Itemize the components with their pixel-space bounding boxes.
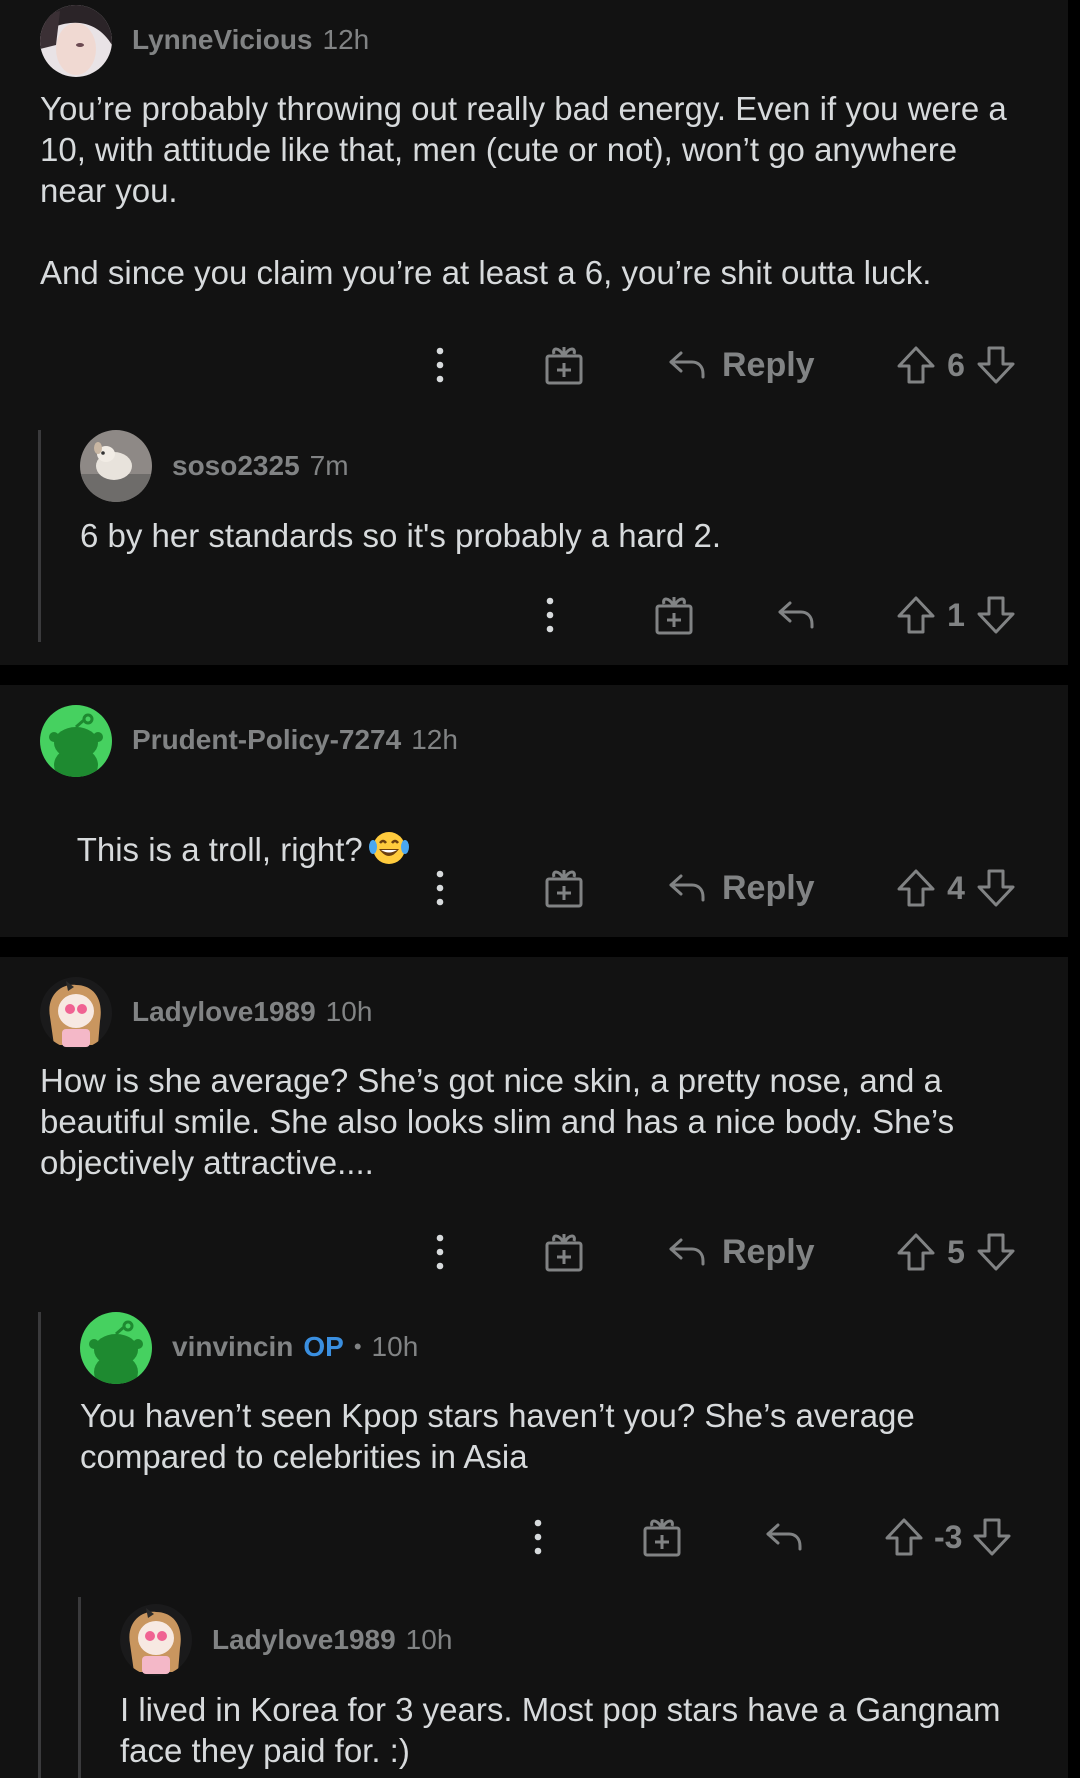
upvote-arrow-icon xyxy=(897,1233,935,1271)
meta-separator: • xyxy=(353,1334,362,1359)
upvote-arrow-icon xyxy=(897,869,935,907)
username[interactable]: Ladylove1989 xyxy=(132,996,316,1028)
award-gift-icon[interactable] xyxy=(542,340,586,390)
comment-separator xyxy=(0,665,1068,685)
reply-button[interactable]: Reply xyxy=(668,340,815,390)
thread-line[interactable] xyxy=(78,1597,81,1778)
timestamp: 10h xyxy=(371,1331,419,1362)
comment-text: This is a troll, right? xyxy=(76,831,363,868)
comment-thread-3: Ladylove1989 10h How is she average? She… xyxy=(0,957,1068,1778)
comment-meta: vinvincin OP • 10h xyxy=(172,1327,418,1367)
upvote-arrow-icon xyxy=(885,1518,923,1556)
avatar[interactable] xyxy=(40,5,112,77)
avatar[interactable] xyxy=(40,705,112,777)
thread-line[interactable] xyxy=(38,1312,41,1778)
comment-meta: Prudent-Policy-7274 12h xyxy=(132,720,458,760)
username[interactable]: LynneVicious xyxy=(132,24,313,56)
downvote-arrow-icon xyxy=(977,346,1015,384)
vote-control: 6 xyxy=(896,340,1016,390)
reply-label: Reply xyxy=(722,345,815,384)
comment-meta: soso2325 7m xyxy=(172,446,349,486)
award-gift-icon[interactable] xyxy=(640,1512,684,1562)
timestamp: 12h xyxy=(322,24,370,55)
vote-control: 1 xyxy=(896,590,1016,640)
upvote-arrow-icon xyxy=(897,596,935,634)
avatar[interactable] xyxy=(40,977,112,1049)
username[interactable]: vinvincin xyxy=(172,1331,293,1363)
comment-body: You haven’t seen Kpop stars haven’t you?… xyxy=(80,1397,924,1475)
comment-body: This is a troll, right? xyxy=(40,788,1030,917)
upvote-arrow-icon xyxy=(897,346,935,384)
vote-score: 1 xyxy=(947,596,965,633)
comment-body: 6 by her standards so it's probably a ha… xyxy=(80,517,722,554)
downvote-arrow-icon xyxy=(973,1518,1011,1556)
comment-meta: Ladylove1989 10h xyxy=(132,992,372,1032)
reply-arrow-icon[interactable] xyxy=(774,590,818,640)
award-gift-icon[interactable] xyxy=(652,590,696,640)
op-badge: OP xyxy=(303,1331,344,1362)
vote-score: 6 xyxy=(947,346,965,383)
reply-button[interactable]: Reply xyxy=(668,1227,815,1277)
award-gift-icon[interactable] xyxy=(542,863,586,913)
username[interactable]: Ladylove1989 xyxy=(212,1624,396,1656)
avatar[interactable] xyxy=(120,1604,192,1676)
avatar[interactable] xyxy=(80,1312,152,1384)
reply-arrow-icon[interactable] xyxy=(762,1512,806,1562)
reply-arrow-icon xyxy=(669,874,705,902)
comment-body: How is she average? She’s got nice skin,… xyxy=(40,1062,964,1181)
reply-label: Reply xyxy=(722,868,815,907)
downvote-arrow-icon xyxy=(977,596,1015,634)
downvote-arrow-icon xyxy=(977,869,1015,907)
comment-meta: Ladylove1989 10h xyxy=(212,1620,452,1660)
username[interactable]: soso2325 xyxy=(172,450,300,482)
vote-control: -3 xyxy=(884,1512,1012,1562)
award-gift-icon[interactable] xyxy=(542,1227,586,1277)
comment-thread-2: Prudent-Policy-7274 12h This is a troll,… xyxy=(0,685,1068,937)
vote-score: 5 xyxy=(947,1233,965,1270)
comment-separator xyxy=(0,937,1068,957)
reply-button[interactable]: Reply xyxy=(668,863,815,913)
vote-control: 4 xyxy=(896,863,1016,913)
timestamp: 10h xyxy=(325,996,373,1027)
avatar[interactable] xyxy=(80,430,152,502)
comment-meta: LynneVicious 12h xyxy=(132,20,369,60)
vote-score: 4 xyxy=(947,869,965,906)
thread-line[interactable] xyxy=(38,430,41,642)
more-options-icon[interactable] xyxy=(420,863,460,913)
scroll-edge xyxy=(1068,0,1080,1778)
more-options-icon[interactable] xyxy=(518,1512,558,1562)
timestamp: 7m xyxy=(309,450,349,481)
downvote-arrow-icon xyxy=(977,1233,1015,1271)
comment-thread-1: LynneVicious 12h You’re probably throwin… xyxy=(0,0,1068,665)
reply-label: Reply xyxy=(722,1232,815,1271)
vote-control: 5 xyxy=(896,1227,1016,1277)
timestamp: 12h xyxy=(411,724,458,755)
reply-arrow-icon xyxy=(669,351,705,379)
vote-score: -3 xyxy=(934,1518,963,1555)
more-options-icon[interactable] xyxy=(530,590,570,640)
comment-body: You’re probably throwing out really bad … xyxy=(40,90,1007,291)
laughing-tears-emoji xyxy=(368,829,409,876)
username[interactable]: Prudent-Policy-7274 xyxy=(132,724,401,756)
timestamp: 10h xyxy=(405,1624,453,1655)
more-options-icon[interactable] xyxy=(420,1227,460,1277)
more-options-icon[interactable] xyxy=(420,340,460,390)
reply-arrow-icon xyxy=(669,1238,705,1266)
comment-body: I lived in Korea for 3 years. Most pop s… xyxy=(120,1691,1010,1769)
